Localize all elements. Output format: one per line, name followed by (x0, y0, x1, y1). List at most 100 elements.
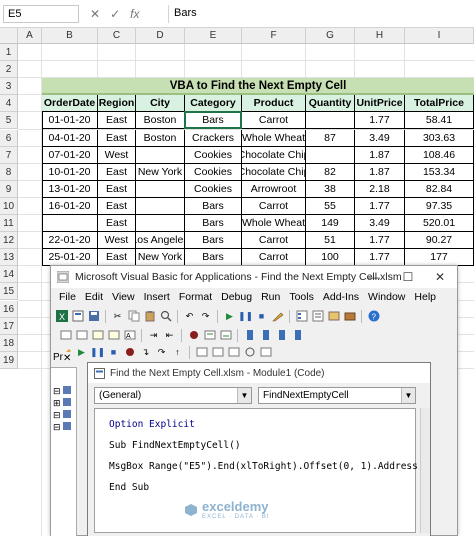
row-header[interactable]: 7 (0, 146, 18, 164)
row-header[interactable]: 17 (0, 317, 18, 335)
table-cell[interactable]: 01-01-20 (42, 112, 98, 130)
find-icon[interactable] (159, 310, 172, 323)
quick-watch-icon[interactable] (243, 346, 256, 359)
column-header[interactable]: I (405, 28, 474, 44)
copy-icon[interactable] (127, 310, 140, 323)
next-bookmark-icon[interactable] (259, 329, 272, 342)
table-cell[interactable]: New York (136, 163, 185, 181)
menu-item-format[interactable]: Format (179, 291, 212, 303)
table-cell[interactable]: 3.49 (355, 129, 405, 147)
table-cell[interactable]: 90.27 (405, 232, 474, 250)
column-header[interactable]: A (18, 28, 42, 44)
table-cell[interactable]: Chocolate Chip (242, 163, 306, 181)
step-over-icon[interactable]: ↷ (155, 346, 168, 359)
locals-window-icon[interactable] (195, 346, 208, 359)
table-cell[interactable]: Crackers (185, 129, 242, 147)
row-header[interactable]: 16 (0, 300, 18, 318)
table-cell[interactable] (136, 180, 185, 198)
parameter-info-icon[interactable] (107, 329, 120, 342)
table-cell[interactable]: 1.77 (355, 197, 405, 215)
row-header[interactable]: 13 (0, 249, 18, 267)
watch-window-icon[interactable] (227, 346, 240, 359)
table-cell[interactable]: 153.34 (405, 163, 474, 181)
call-stack-icon[interactable] (259, 346, 272, 359)
table-cell[interactable]: Bars (185, 232, 242, 250)
toggle-bookmark-icon[interactable] (243, 329, 256, 342)
table-cell[interactable]: Whole Wheat (242, 215, 306, 233)
table-cell[interactable]: East (98, 129, 136, 147)
table-cell[interactable]: East (98, 163, 136, 181)
design-mode-icon[interactable] (271, 310, 284, 323)
table-header-cell[interactable]: OrderDate (42, 95, 98, 113)
formula-input[interactable]: Bars (168, 5, 471, 23)
table-header-cell[interactable]: TotalPrice (405, 95, 474, 113)
chevron-down-icon[interactable]: ▼ (401, 388, 415, 403)
table-cell[interactable]: 16-01-20 (42, 197, 98, 215)
code-line[interactable]: MsgBox Range("E5").End(xlToRight).Offset… (109, 456, 418, 477)
table-cell[interactable]: 1.87 (355, 163, 405, 181)
row-header[interactable]: 5 (0, 112, 18, 130)
minimize-button[interactable]: — (357, 266, 391, 288)
code-window-title-bar[interactable]: Find the Next Empty Cell.xlsm - Module1 … (88, 363, 430, 383)
row-header[interactable]: 14 (0, 266, 18, 284)
row-header[interactable]: 15 (0, 283, 18, 301)
table-cell[interactable]: Bars (185, 215, 242, 233)
table-cell[interactable]: 520.01 (405, 215, 474, 233)
table-cell[interactable]: 100 (306, 249, 355, 267)
indent-icon[interactable]: ⇥ (147, 329, 160, 342)
outdent-icon[interactable]: ⇤ (163, 329, 176, 342)
save-icon[interactable] (87, 310, 100, 323)
table-cell[interactable]: 87 (306, 129, 355, 147)
row-header[interactable]: 12 (0, 232, 18, 250)
table-cell[interactable]: Los Angeles (136, 232, 185, 250)
vba-editor-window[interactable]: Microsoft Visual Basic for Applications … (50, 265, 458, 536)
enter-icon[interactable]: ✓ (110, 7, 120, 21)
comment-block-icon[interactable] (203, 329, 216, 342)
paste-icon[interactable] (143, 310, 156, 323)
immediate-window-icon[interactable] (211, 346, 224, 359)
table-cell[interactable]: 82 (306, 163, 355, 181)
cancel-icon[interactable]: ✕ (90, 7, 100, 21)
table-cell[interactable]: East (98, 249, 136, 267)
row-header[interactable]: 3 (0, 78, 18, 96)
row-header[interactable]: 1 (0, 44, 18, 62)
table-cell[interactable]: 10-01-20 (42, 163, 98, 181)
table-cell[interactable]: Boston (136, 112, 185, 130)
table-header-cell[interactable]: Region (98, 95, 136, 113)
tree-node[interactable]: ⊟ (53, 422, 72, 433)
table-cell[interactable]: Chocolate Chip (242, 146, 306, 164)
complete-word-icon[interactable]: A (123, 329, 136, 342)
break-icon[interactable]: ❚❚ (90, 346, 105, 359)
table-cell[interactable]: 1.77 (355, 112, 405, 130)
table-cell[interactable]: Carrot (242, 232, 306, 250)
break-icon[interactable]: ❚❚ (238, 310, 253, 323)
code-line[interactable]: Sub FindNextEmptyCell() (109, 435, 401, 456)
row-header[interactable]: 9 (0, 180, 18, 198)
table-cell[interactable] (136, 215, 185, 233)
excel-view-icon[interactable]: X (55, 310, 68, 323)
menu-item-help[interactable]: Help (414, 291, 436, 303)
select-all-corner[interactable] (0, 28, 18, 44)
close-button[interactable]: ✕ (423, 266, 457, 288)
table-cell[interactable]: Carrot (242, 249, 306, 267)
quick-info-icon[interactable] (91, 329, 104, 342)
table-cell[interactable]: Cookies (185, 163, 242, 181)
reset-icon[interactable]: ■ (107, 346, 120, 359)
table-cell[interactable]: Carrot (242, 197, 306, 215)
list-constants-icon[interactable] (75, 329, 88, 342)
table-cell[interactable]: 1.87 (355, 146, 405, 164)
help-icon[interactable]: ? (367, 310, 380, 323)
maximize-button[interactable]: ☐ (391, 266, 425, 288)
row-header[interactable]: 18 (0, 334, 18, 352)
table-cell[interactable] (42, 215, 98, 233)
table-cell[interactable]: 04-01-20 (42, 129, 98, 147)
table-cell[interactable]: 303.63 (405, 129, 474, 147)
table-cell[interactable]: Whole Wheat (242, 129, 306, 147)
table-cell[interactable]: 13-01-20 (42, 180, 98, 198)
code-line[interactable]: Option Explicit (109, 414, 401, 435)
table-cell[interactable]: 82.84 (405, 180, 474, 198)
table-cell[interactable]: Cookies (185, 146, 242, 164)
column-header[interactable]: D (136, 28, 185, 44)
menu-item-insert[interactable]: Insert (144, 291, 170, 303)
row-header[interactable]: 6 (0, 129, 18, 147)
